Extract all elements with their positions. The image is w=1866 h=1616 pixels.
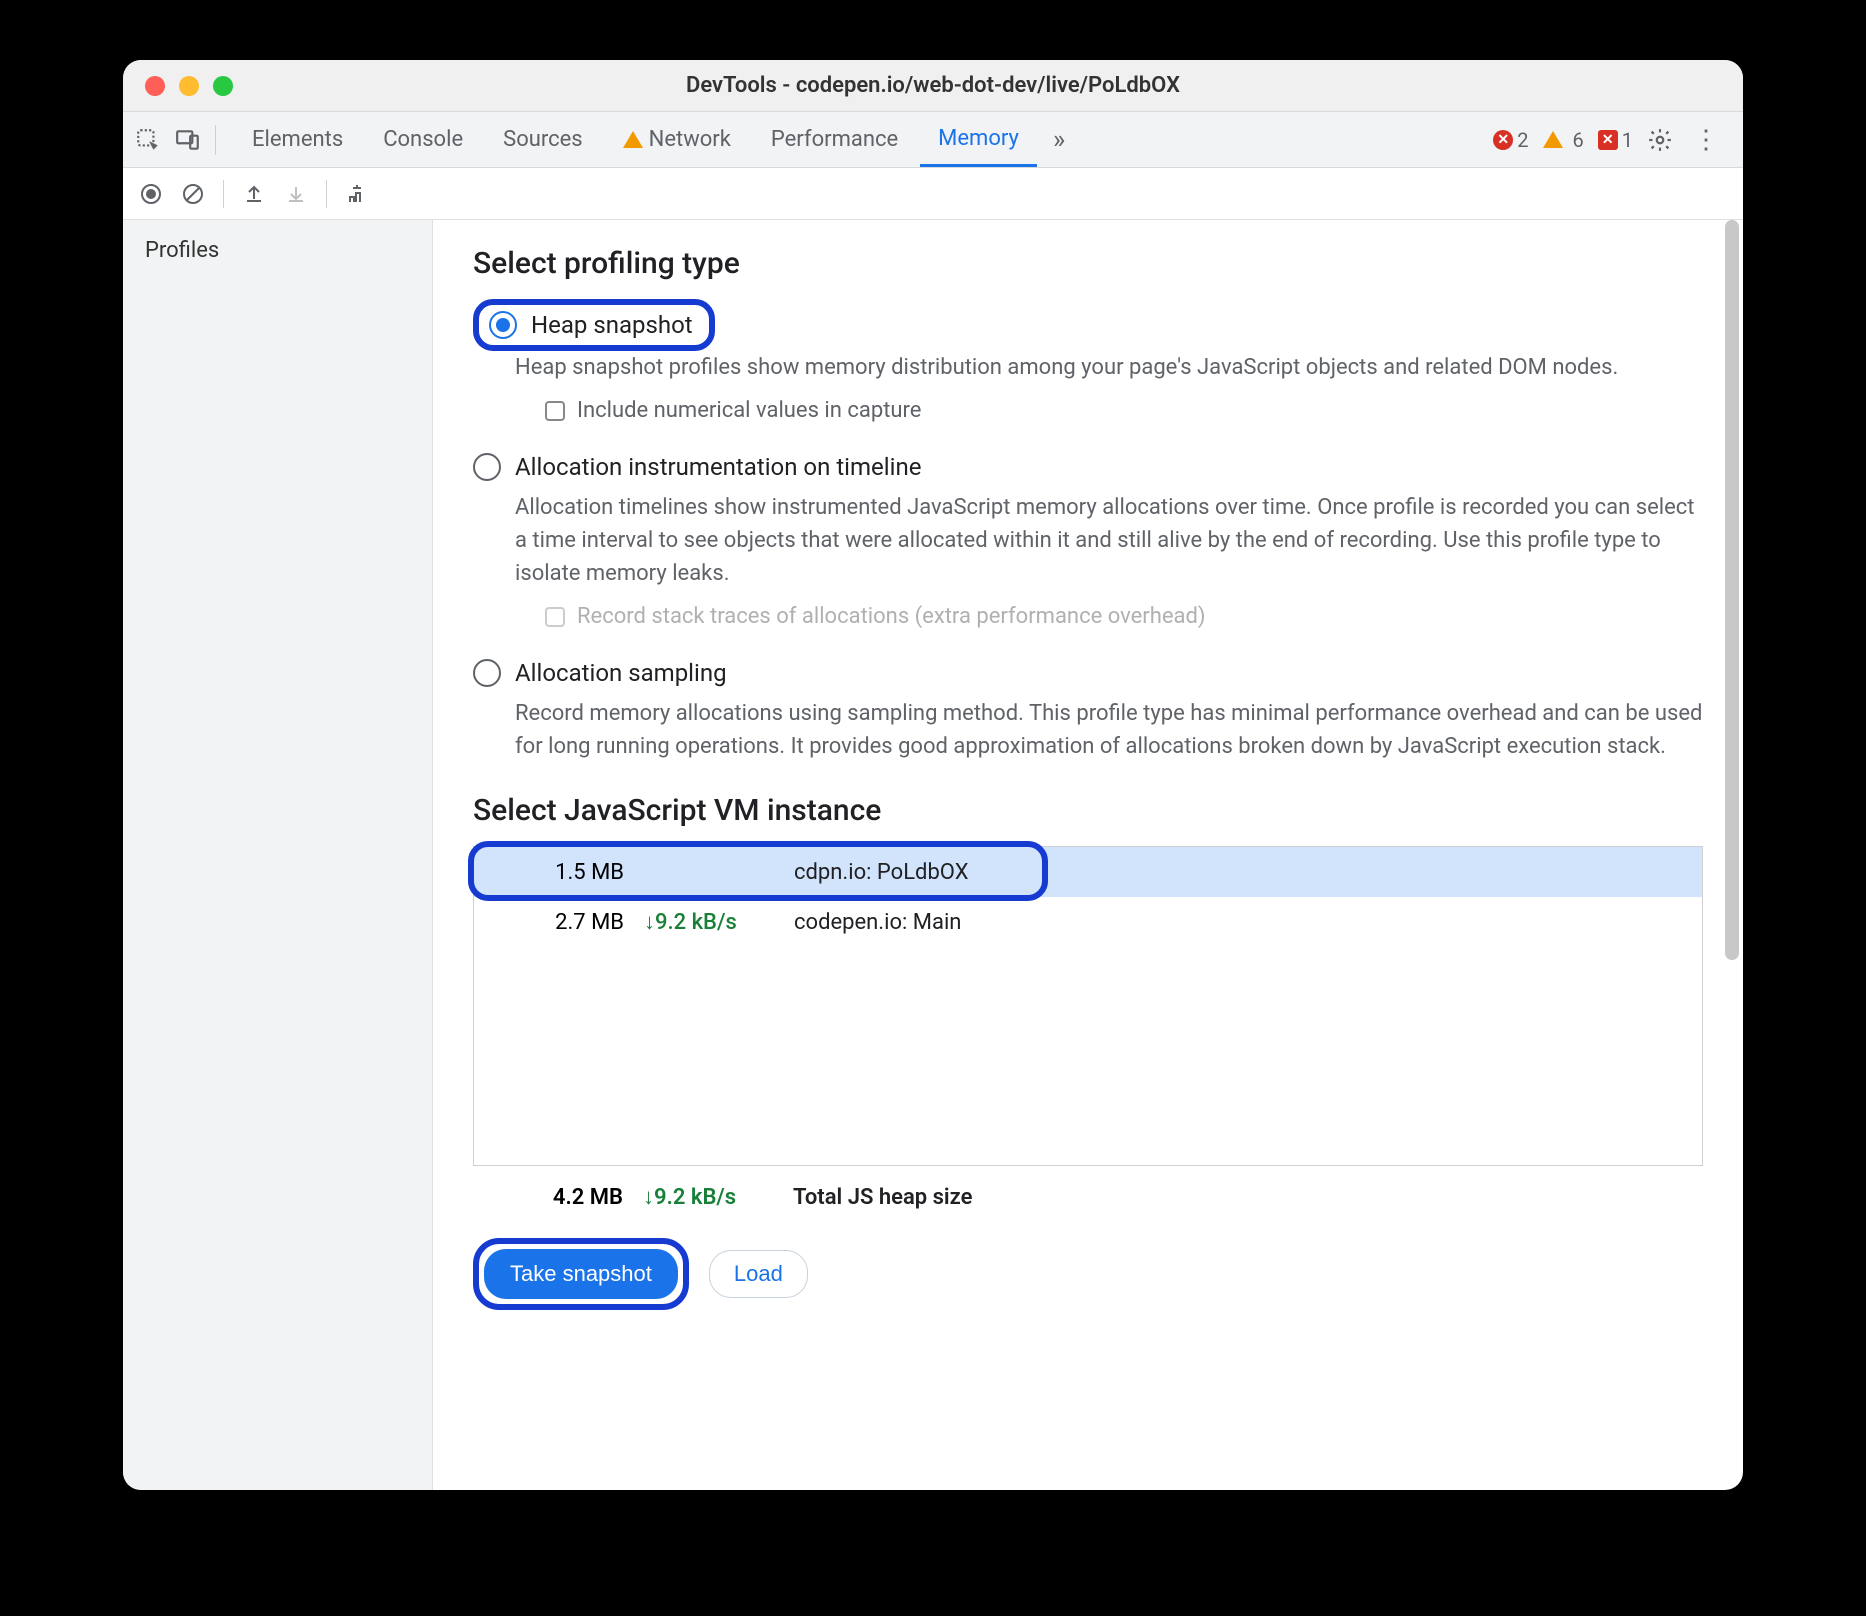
maximize-window-button[interactable] <box>213 76 233 96</box>
memory-toolbar <box>123 168 1743 220</box>
load-button[interactable]: Load <box>709 1250 808 1298</box>
vm-rate: ↓9.2 kB/s <box>644 909 794 935</box>
upload-icon[interactable] <box>242 182 266 206</box>
highlight-annotation: Take snapshot <box>473 1238 689 1310</box>
vm-totals-row: 4.2 MB ↓9.2 kB/s Total JS heap size <box>473 1172 1703 1222</box>
tab-sources[interactable]: Sources <box>485 112 601 167</box>
issue-count-badge[interactable]: ✕1 <box>1598 128 1633 152</box>
vm-size: 2.7 MB <box>504 910 644 935</box>
vm-name: codepen.io: Main <box>794 910 961 935</box>
tab-console[interactable]: Console <box>365 112 481 167</box>
vm-size: 1.5 MB <box>504 860 644 885</box>
total-label: Total JS heap size <box>793 1185 972 1210</box>
total-size: 4.2 MB <box>503 1185 643 1210</box>
option-label: Allocation sampling <box>515 659 727 687</box>
memory-panel-content: Select profiling type Heap snapshot Heap… <box>433 220 1743 1490</box>
take-snapshot-button[interactable]: Take snapshot <box>484 1249 678 1299</box>
option-label: Heap snapshot <box>531 311 693 339</box>
minimize-window-button[interactable] <box>179 76 199 96</box>
clear-icon[interactable] <box>181 182 205 206</box>
more-tabs-button[interactable]: » <box>1041 125 1077 155</box>
warning-count-badge[interactable]: 6 <box>1543 128 1584 152</box>
close-window-button[interactable] <box>145 76 165 96</box>
radio-heap-snapshot[interactable] <box>489 311 517 339</box>
radio-allocation-sampling[interactable] <box>473 659 501 687</box>
kebab-menu-icon[interactable]: ⋮ <box>1687 125 1725 155</box>
warning-icon <box>623 131 643 148</box>
option-label: Allocation instrumentation on timeline <box>515 453 921 481</box>
error-count-badge[interactable]: ✕2 <box>1493 128 1528 152</box>
window-titlebar: DevTools - codepen.io/web-dot-dev/live/P… <box>123 60 1743 112</box>
tab-performance[interactable]: Performance <box>753 112 916 167</box>
vm-instance-heading: Select JavaScript VM instance <box>473 793 1703 828</box>
total-rate: ↓9.2 kB/s <box>643 1184 793 1210</box>
window-title: DevTools - codepen.io/web-dot-dev/live/P… <box>123 73 1743 98</box>
profiles-sidebar: Profiles <box>123 220 433 1490</box>
settings-icon[interactable] <box>1647 127 1673 153</box>
tab-network[interactable]: Network <box>605 112 749 167</box>
record-icon[interactable] <box>139 182 163 206</box>
option-allocation-timeline: Allocation instrumentation on timeline A… <box>473 453 1703 629</box>
checkbox-include-numerical[interactable]: Include numerical values in capture <box>545 398 1703 423</box>
gc-icon[interactable] <box>345 182 369 206</box>
scrollbar[interactable] <box>1725 220 1741 1490</box>
option-description: Allocation timelines show instrumented J… <box>515 491 1703 590</box>
sidebar-item-profiles[interactable]: Profiles <box>123 224 432 277</box>
option-description: Record memory allocations using sampling… <box>515 697 1703 763</box>
devtools-tabstrip: Elements Console Sources Network Perform… <box>123 112 1743 168</box>
vm-row[interactable]: 2.7 MB ↓9.2 kB/s codepen.io: Main <box>474 897 1702 947</box>
device-toggle-icon[interactable] <box>175 127 201 153</box>
radio-allocation-timeline[interactable] <box>473 453 501 481</box>
vm-instance-table: 1.5 MB cdpn.io: PoLdbOX 2.7 MB ↓9.2 kB/s… <box>473 846 1703 1166</box>
option-description: Heap snapshot profiles show memory distr… <box>515 351 1703 384</box>
option-heap-snapshot: Heap snapshot Heap snapshot profiles sho… <box>473 299 1703 423</box>
profiling-type-heading: Select profiling type <box>473 246 1703 281</box>
option-allocation-sampling: Allocation sampling Record memory alloca… <box>473 659 1703 763</box>
devtools-window: DevTools - codepen.io/web-dot-dev/live/P… <box>123 60 1743 1490</box>
download-icon[interactable] <box>284 182 308 206</box>
tab-memory[interactable]: Memory <box>920 112 1037 167</box>
traffic-lights <box>123 76 233 96</box>
checkbox-record-stack-traces: Record stack traces of allocations (extr… <box>545 604 1703 629</box>
warning-icon <box>1543 131 1563 148</box>
vm-row[interactable]: 1.5 MB cdpn.io: PoLdbOX <box>474 847 1702 897</box>
vm-name: cdpn.io: PoLdbOX <box>794 860 969 885</box>
tab-elements[interactable]: Elements <box>234 112 361 167</box>
inspect-icon[interactable] <box>135 127 161 153</box>
